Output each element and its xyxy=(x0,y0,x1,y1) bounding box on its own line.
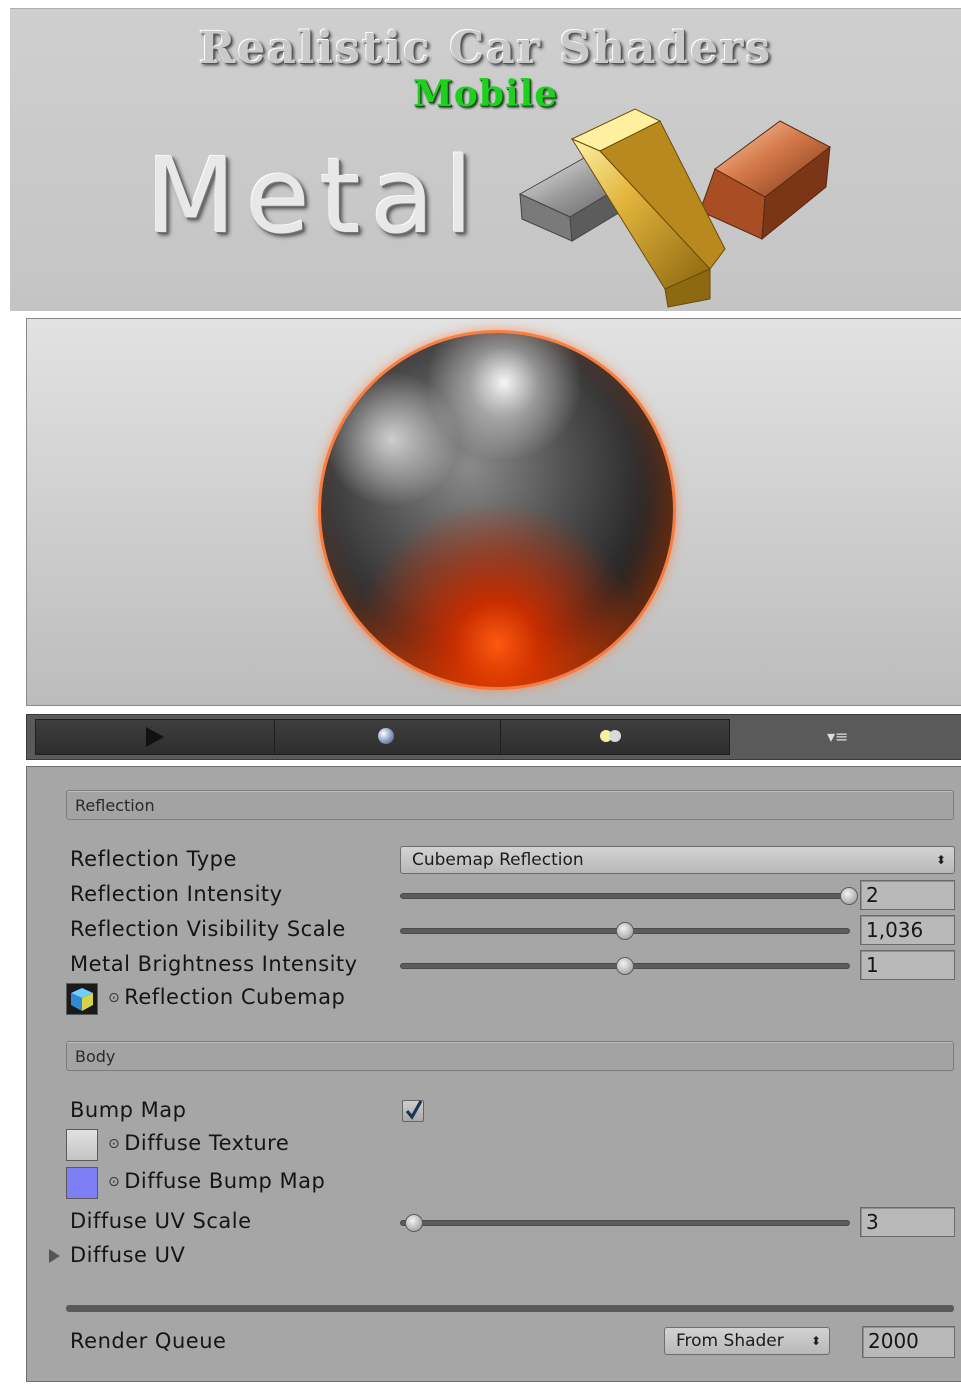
metal-brightness-slider[interactable] xyxy=(400,957,850,975)
metal-brightness-field[interactable]: 1 xyxy=(860,950,955,980)
metal-brightness-thumb[interactable] xyxy=(616,957,634,975)
material-preview[interactable] xyxy=(26,318,961,706)
lights-icon xyxy=(600,730,626,744)
object-picker-icon[interactable]: ⊙ xyxy=(108,1136,120,1152)
reflection-visibility-field[interactable]: 1,036 xyxy=(860,915,955,945)
preview-toolbar: ▾≡ xyxy=(26,714,961,760)
reflection-intensity-thumb[interactable] xyxy=(840,887,858,905)
body-section-header: Body xyxy=(66,1041,954,1071)
menu-icon[interactable]: ▾≡ xyxy=(827,727,848,746)
diffuse-bump-label[interactable]: ⊙ Diffuse Bump Map xyxy=(108,1169,325,1193)
reflection-cubemap-label[interactable]: ⊙ Reflection Cubemap xyxy=(108,985,345,1009)
cubemap-slot[interactable] xyxy=(66,983,98,1015)
diffuse-uv-scale-thumb[interactable] xyxy=(405,1214,424,1232)
reflection-intensity-field[interactable]: 2 xyxy=(860,880,955,910)
diffuse-texture-label[interactable]: ⊙ Diffuse Texture xyxy=(108,1131,289,1155)
dropdown-arrow-icon: ⬍ xyxy=(935,853,946,867)
reflection-visibility-slider[interactable] xyxy=(400,922,850,940)
foldout-arrow-icon[interactable] xyxy=(49,1249,60,1263)
render-queue-field[interactable]: 2000 xyxy=(862,1326,955,1358)
render-queue-mode-value: From Shader xyxy=(676,1331,784,1351)
reflection-intensity-label: Reflection Intensity xyxy=(70,882,283,906)
section-divider xyxy=(66,1305,954,1312)
preview-sphere xyxy=(321,333,673,687)
play-icon xyxy=(146,727,164,747)
dropdown-arrow-icon: ⬍ xyxy=(810,1334,821,1348)
reflection-type-label: Reflection Type xyxy=(70,847,237,871)
bump-map-checkbox[interactable] xyxy=(402,1100,424,1122)
reflection-type-value: Cubemap Reflection xyxy=(412,850,584,870)
play-preview-button[interactable] xyxy=(36,720,275,754)
reflection-visibility-label: Reflection Visibility Scale xyxy=(70,917,346,941)
diffuse-bump-slot[interactable] xyxy=(66,1167,98,1199)
object-picker-icon[interactable]: ⊙ xyxy=(108,990,120,1006)
cubemap-icon xyxy=(71,988,93,1011)
reflection-intensity-slider[interactable] xyxy=(400,887,858,905)
render-queue-label: Render Queue xyxy=(70,1329,227,1353)
diffuse-texture-slot[interactable] xyxy=(66,1129,98,1161)
metal-brightness-label: Metal Brightness Intensity xyxy=(70,952,358,976)
render-queue-mode-dropdown[interactable]: From Shader ⬍ xyxy=(664,1327,830,1355)
checkmark-icon xyxy=(405,1100,423,1120)
sphere-icon xyxy=(378,728,394,744)
diffuse-uv-scale-label: Diffuse UV Scale xyxy=(70,1209,252,1233)
diffuse-bump-text: Diffuse Bump Map xyxy=(124,1169,326,1193)
diffuse-uv-scale-field[interactable]: 3 xyxy=(860,1207,955,1237)
bump-map-label: Bump Map xyxy=(70,1098,187,1122)
shader-banner: Realistic Car Shaders Mobile Metal xyxy=(10,8,961,311)
reflection-cubemap-text: Reflection Cubemap xyxy=(124,985,346,1009)
preview-toolbar-buttons xyxy=(35,719,730,755)
diffuse-uv-foldout[interactable]: Diffuse UV xyxy=(70,1243,185,1267)
diffuse-uv-scale-slider[interactable] xyxy=(400,1214,850,1232)
metal-ingots-icon xyxy=(518,108,831,308)
banner-product-name: Metal xyxy=(146,135,484,257)
preview-lights-button[interactable] xyxy=(500,720,728,754)
diffuse-texture-text: Diffuse Texture xyxy=(124,1131,290,1155)
object-picker-icon[interactable]: ⊙ xyxy=(108,1174,120,1190)
reflection-visibility-thumb[interactable] xyxy=(616,922,634,940)
reflection-section-header: Reflection xyxy=(66,790,954,820)
material-inspector: Reflection Reflection Type Cubemap Refle… xyxy=(26,766,961,1382)
banner-title: Realistic Car Shaders xyxy=(198,23,773,74)
reflection-type-dropdown[interactable]: Cubemap Reflection ⬍ xyxy=(400,846,955,874)
preview-mesh-button[interactable] xyxy=(274,720,501,754)
